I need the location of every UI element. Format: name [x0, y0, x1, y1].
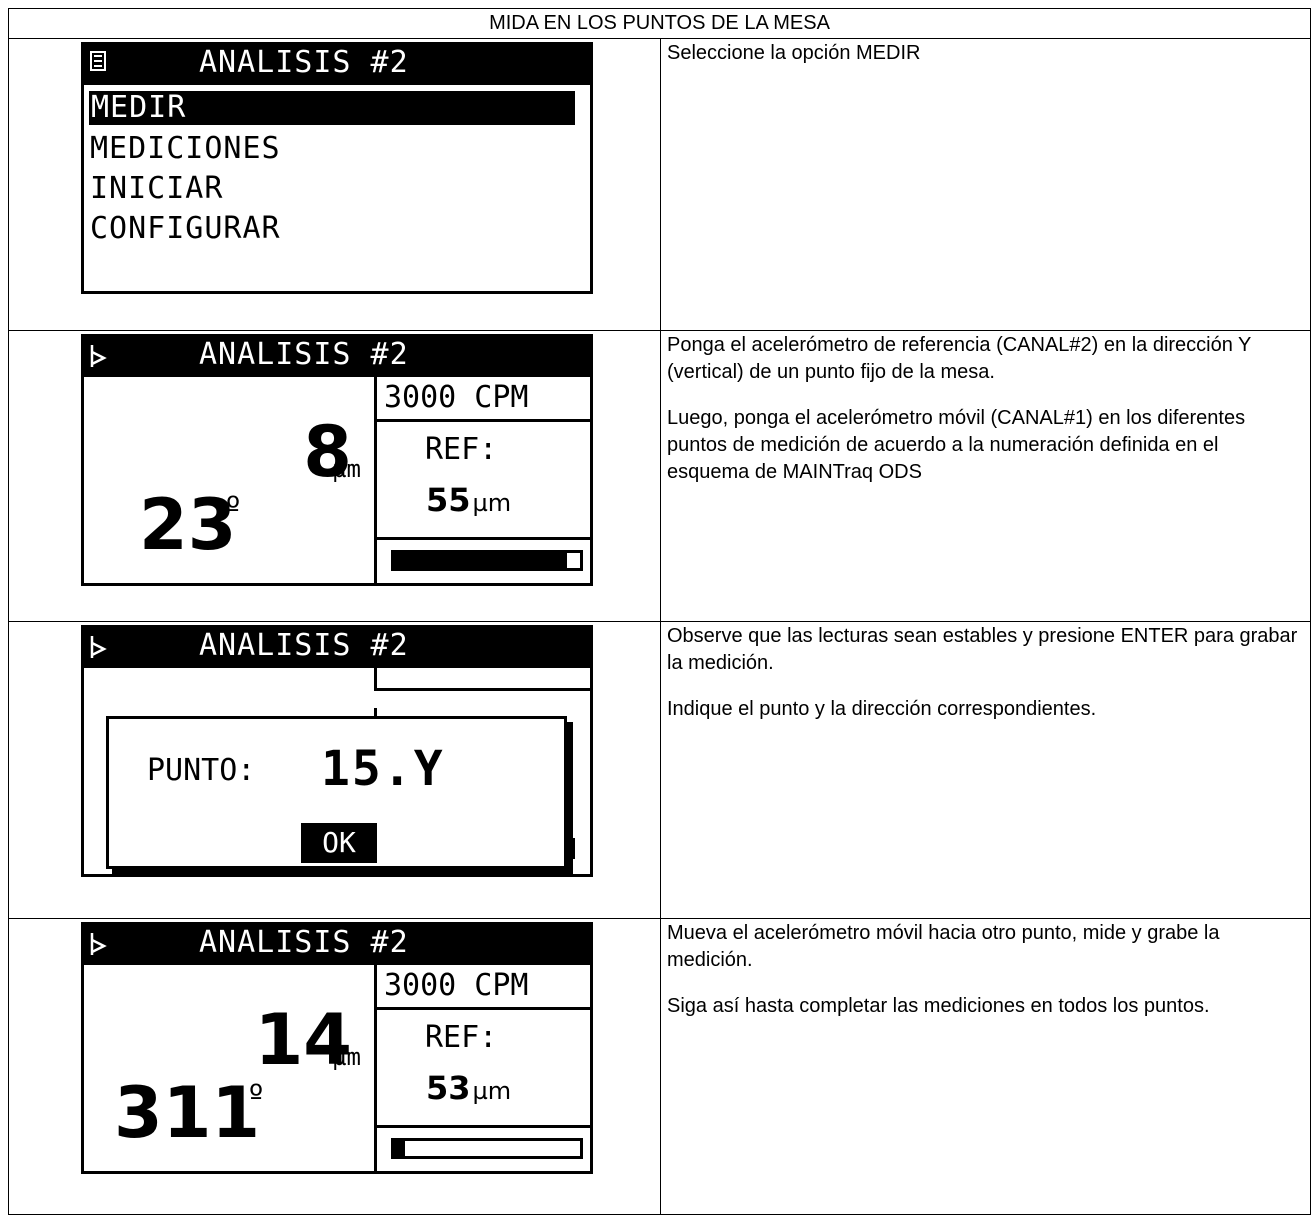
device-screen-menu: ANALISIS #2 MEDIR MEDICIONES INICIAR CON… — [81, 42, 593, 294]
ref-value: 55µm — [426, 481, 512, 519]
menu-item-configurar[interactable]: CONFIGURAR — [84, 209, 590, 249]
cpm-value: 3000 CPM — [384, 380, 529, 415]
screen-cell-2: ANALISIS #2 8 µm 23 º 3000 CPM REF: 55µm — [8, 330, 661, 622]
text-cell-3: Observe que las lecturas sean estables y… — [660, 621, 1311, 919]
device-screen-dialog: ANALISIS #2 PUNTO: 15.Y OK — [81, 625, 593, 877]
screen-title: ANALISIS #2 — [199, 45, 409, 80]
screen-title-bar: ANALISIS #2 — [81, 334, 593, 377]
menu-item-iniciar[interactable]: INICIAR — [84, 169, 590, 209]
amplitude-unit: µm — [332, 1043, 361, 1071]
step-text: Seleccione la opción MEDIR — [667, 42, 921, 64]
amplitude-unit: µm — [332, 455, 361, 483]
signal-bar-fill — [394, 1141, 406, 1156]
text-cell-1: Seleccione la opción MEDIR — [660, 38, 1311, 331]
phase-value: 23 — [139, 484, 237, 566]
step-row-3: ANALISIS #2 PUNTO: 15.Y OK Observe que l… — [8, 621, 1311, 919]
phase-unit: º — [226, 491, 241, 526]
ref-label: REF: — [425, 1020, 498, 1055]
dialog-label: PUNTO: — [147, 753, 256, 788]
step-text: Ponga el acelerómetro de referencia (CAN… — [667, 334, 1252, 383]
step-text: Observe que las lecturas sean estables y… — [667, 625, 1298, 674]
point-dialog: PUNTO: 15.Y OK — [106, 716, 567, 869]
signal-bar — [391, 1138, 583, 1159]
signal-bar-fill — [394, 553, 567, 568]
screen-body: 14 µm 311 º 3000 CPM REF: 53µm — [81, 965, 593, 1174]
step-text: Mueva el acelerómetro móvil hacia otro p… — [667, 922, 1220, 971]
step-row-1: ANALISIS #2 MEDIR MEDICIONES INICIAR CON… — [8, 38, 1311, 331]
screen-title: ANALISIS #2 — [199, 337, 409, 372]
phase-value: 311 — [114, 1072, 261, 1154]
step-row-2: ANALISIS #2 8 µm 23 º 3000 CPM REF: 55µm — [8, 330, 1311, 622]
ok-button[interactable]: OK — [301, 823, 377, 863]
signal-bar — [391, 550, 583, 571]
text-cell-4: Mueva el acelerómetro móvil hacia otro p… — [660, 918, 1311, 1215]
play-icon — [90, 933, 107, 955]
screen-title: ANALISIS #2 — [199, 628, 409, 663]
step-text: Siga así hasta completar las mediciones … — [667, 995, 1210, 1017]
ref-label: REF: — [425, 432, 498, 467]
screen-body: 8 µm 23 º 3000 CPM REF: 55µm — [81, 377, 593, 586]
text-cell-2: Ponga el acelerómetro de referencia (CAN… — [660, 330, 1311, 622]
screen-title-bar: ANALISIS #2 — [81, 42, 593, 85]
instruction-table: MIDA EN LOS PUNTOS DE LA MESA ANALISIS #… — [8, 8, 1311, 1215]
step-row-4: ANALISIS #2 14 µm 311 º 3000 CPM REF: 53… — [8, 918, 1311, 1215]
cpm-value: 3000 CPM — [384, 968, 529, 1003]
device-screen-measure: ANALISIS #2 14 µm 311 º 3000 CPM REF: 53… — [81, 922, 593, 1174]
phase-unit: º — [249, 1079, 264, 1114]
screen-cell-4: ANALISIS #2 14 µm 311 º 3000 CPM REF: 53… — [8, 918, 661, 1215]
screen-title-bar: ANALISIS #2 — [81, 922, 593, 965]
screen-body: MEDIR MEDICIONES INICIAR CONFIGURAR — [81, 85, 593, 294]
step-text: Indique el punto y la dirección correspo… — [667, 698, 1097, 720]
ref-value: 53µm — [426, 1069, 512, 1107]
screen-cell-3: ANALISIS #2 PUNTO: 15.Y OK — [8, 621, 661, 919]
play-icon — [90, 636, 107, 658]
menu-item-mediciones[interactable]: MEDICIONES — [84, 129, 590, 169]
play-icon — [90, 345, 107, 367]
menu-item-medir[interactable]: MEDIR — [89, 91, 575, 125]
menu-icon — [90, 51, 106, 71]
device-screen-measure: ANALISIS #2 8 µm 23 º 3000 CPM REF: 55µm — [81, 334, 593, 586]
table-header: MIDA EN LOS PUNTOS DE LA MESA — [8, 8, 1311, 39]
step-text: Luego, ponga el acelerómetro móvil (CANA… — [667, 407, 1246, 483]
screen-title-bar: ANALISIS #2 — [81, 625, 593, 668]
screen-title: ANALISIS #2 — [199, 925, 409, 960]
dialog-value[interactable]: 15.Y — [321, 741, 445, 797]
screen-body: PUNTO: 15.Y OK — [81, 668, 593, 877]
screen-cell-1: ANALISIS #2 MEDIR MEDICIONES INICIAR CON… — [8, 38, 661, 331]
menu-list: MEDIR MEDICIONES INICIAR CONFIGURAR — [84, 91, 590, 249]
